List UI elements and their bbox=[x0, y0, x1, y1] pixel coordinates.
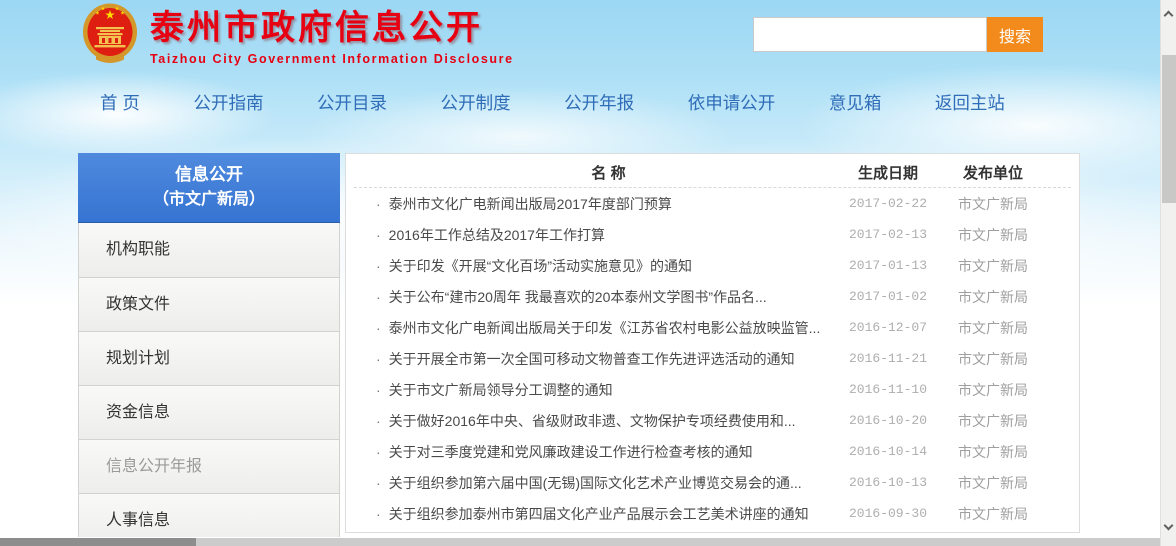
table-row: · 关于对三季度党建和党风廉政建设工作进行检查考核的通知2016-10-14市文广… bbox=[346, 436, 1079, 467]
sidebar-list: 机构职能政策文件规划计划资金信息信息公开年报人事信息 bbox=[78, 223, 340, 546]
row-title-link[interactable]: 关于做好2016年中央、省级财政非遗、文物保护专项经费使用和... bbox=[389, 411, 833, 431]
sidebar-item-1[interactable]: 政策文件 bbox=[79, 277, 339, 331]
row-unit: 市文广新局 bbox=[943, 318, 1043, 338]
sidebar-subtitle: （市文广新局） bbox=[78, 187, 340, 212]
nav-item-7[interactable]: 返回主站 bbox=[935, 90, 1005, 115]
row-unit: 市文广新局 bbox=[943, 256, 1043, 276]
vertical-scrollbar-thumb[interactable] bbox=[1162, 55, 1176, 203]
horizontal-scrollbar[interactable] bbox=[0, 537, 1160, 546]
row-unit: 市文广新局 bbox=[943, 349, 1043, 369]
row-bullet: · bbox=[376, 258, 381, 274]
row-bullet: · bbox=[376, 351, 381, 367]
sidebar-header: 信息公开 （市文广新局） bbox=[78, 153, 340, 223]
row-unit: 市文广新局 bbox=[943, 380, 1043, 400]
scroll-up-arrow-icon[interactable] bbox=[1161, 6, 1176, 22]
nav-item-2[interactable]: 公开目录 bbox=[317, 90, 387, 115]
row-unit: 市文广新局 bbox=[943, 194, 1043, 214]
row-title-link[interactable]: 关于开展全市第一次全国可移动文物普查工作先进评选活动的通知 bbox=[389, 349, 833, 369]
search-button[interactable]: 搜索 bbox=[987, 17, 1043, 52]
document-list-panel: 名 称 生成日期 发布单位 ·泰州市文化广电新闻出版局2017年度部门预算201… bbox=[345, 153, 1080, 533]
vertical-scrollbar[interactable] bbox=[1160, 0, 1176, 546]
row-title-link[interactable]: 关于公布“建市20周年 我最喜欢的20本泰州文学图书”作品名... bbox=[389, 287, 833, 307]
row-date: 2016-11-10 bbox=[833, 382, 943, 397]
table-header-row: 名 称 生成日期 发布单位 bbox=[354, 154, 1071, 188]
row-title-link[interactable]: 关于组织参加泰州市第四届文化产业产品展示会工艺美术讲座的通知 bbox=[389, 504, 833, 524]
row-unit: 市文广新局 bbox=[943, 504, 1043, 524]
nav-item-0[interactable]: 首 页 bbox=[100, 90, 140, 115]
table-row: · 关于组织参加第六届中国(无锡)国际文化艺术产业博览交易会的通...2016-1… bbox=[346, 467, 1079, 498]
column-header-name: 名 称 bbox=[384, 162, 833, 183]
site-subtitle: Taizhou City Government Information Disc… bbox=[150, 52, 514, 66]
row-title-link[interactable]: 关于对三季度党建和党风廉政建设工作进行检查考核的通知 bbox=[389, 442, 833, 462]
row-bullet: · bbox=[376, 320, 381, 336]
nav-item-5[interactable]: 依申请公开 bbox=[688, 90, 776, 115]
search-bar: 搜索 bbox=[753, 17, 1043, 52]
row-bullet: · bbox=[376, 382, 381, 398]
scroll-down-arrow-icon[interactable] bbox=[1161, 520, 1176, 536]
row-bullet: · bbox=[376, 289, 381, 305]
row-unit: 市文广新局 bbox=[943, 287, 1043, 307]
nav-item-1[interactable]: 公开指南 bbox=[193, 90, 263, 115]
table-row: · 泰州市文化广电新闻出版局关于印发《江苏省农村电影公益放映监管...2016-1… bbox=[346, 312, 1079, 343]
row-date: 2017-01-13 bbox=[833, 258, 943, 273]
table-row: · 关于组织参加泰州市第四届文化产业产品展示会工艺美术讲座的通知2016-09-3… bbox=[346, 498, 1079, 529]
row-title-link[interactable]: 关于印发《开展“文化百场”活动实施意见》的通知 bbox=[389, 256, 833, 276]
table-row: · 泰州市文化广电新闻出版局2017年度部门预算2017-02-22市文广新局 bbox=[346, 188, 1079, 219]
row-bullet: · bbox=[376, 196, 381, 212]
horizontal-scrollbar-thumb[interactable] bbox=[0, 538, 196, 546]
row-bullet: · bbox=[376, 227, 381, 243]
sidebar-title: 信息公开 bbox=[78, 162, 340, 187]
row-date: 2017-02-22 bbox=[833, 196, 943, 211]
row-date: 2016-09-30 bbox=[833, 506, 943, 521]
row-date: 2017-01-02 bbox=[833, 289, 943, 304]
row-date: 2016-12-07 bbox=[833, 320, 943, 335]
row-bullet: · bbox=[376, 413, 381, 429]
row-unit: 市文广新局 bbox=[943, 411, 1043, 431]
sidebar-item-3[interactable]: 资金信息 bbox=[79, 385, 339, 439]
site-title: 泰州市政府信息公开 bbox=[150, 8, 514, 48]
row-title-link[interactable]: 泰州市文化广电新闻出版局2017年度部门预算 bbox=[389, 194, 833, 214]
sidebar-item-0[interactable]: 机构职能 bbox=[79, 223, 339, 277]
search-input[interactable] bbox=[753, 17, 987, 52]
row-date: 2016-10-20 bbox=[833, 413, 943, 428]
row-bullet: · bbox=[376, 475, 381, 491]
nav-item-6[interactable]: 意见箱 bbox=[829, 90, 882, 115]
table-row: · 关于做好2016年中央、省级财政非遗、文物保护专项经费使用和...2016-1… bbox=[346, 405, 1079, 436]
site-title-block: 泰州市政府信息公开 Taizhou City Government Inform… bbox=[150, 8, 514, 66]
main-nav: 首 页 公开指南 公开目录 公开制度 公开年报 依申请公开 意见箱 返回主站 bbox=[100, 88, 1005, 116]
row-date: 2016-10-14 bbox=[833, 444, 943, 459]
column-header-unit: 发布单位 bbox=[943, 162, 1043, 183]
table-row: · 关于开展全市第一次全国可移动文物普查工作先进评选活动的通知2016-11-21… bbox=[346, 343, 1079, 374]
row-date: 2017-02-13 bbox=[833, 227, 943, 242]
table-row: · 2016年工作总结及2017年工作打算2017-02-13市文广新局 bbox=[346, 219, 1079, 250]
table-row: · 关于印发《开展“文化百场”活动实施意见》的通知2017-01-13市文广新局 bbox=[346, 250, 1079, 281]
sidebar: 信息公开 （市文广新局） 机构职能政策文件规划计划资金信息信息公开年报人事信息 bbox=[78, 153, 340, 546]
table-rows: ·泰州市文化广电新闻出版局2017年度部门预算2017-02-22市文广新局·2… bbox=[346, 188, 1079, 529]
national-emblem-logo bbox=[82, 3, 138, 67]
row-date: 2016-10-13 bbox=[833, 475, 943, 490]
nav-item-3[interactable]: 公开制度 bbox=[441, 90, 511, 115]
sidebar-item-4[interactable]: 信息公开年报 bbox=[79, 439, 339, 493]
row-title-link[interactable]: 2016年工作总结及2017年工作打算 bbox=[389, 225, 833, 245]
table-row: · 关于市文广新局领导分工调整的通知2016-11-10市文广新局 bbox=[346, 374, 1079, 405]
row-unit: 市文广新局 bbox=[943, 442, 1043, 462]
row-title-link[interactable]: 关于市文广新局领导分工调整的通知 bbox=[389, 380, 833, 400]
row-title-link[interactable]: 关于组织参加第六届中国(无锡)国际文化艺术产业博览交易会的通... bbox=[389, 473, 833, 493]
row-date: 2016-11-21 bbox=[833, 351, 943, 366]
row-title-link[interactable]: 泰州市文化广电新闻出版局关于印发《江苏省农村电影公益放映监管... bbox=[389, 318, 833, 338]
row-bullet: · bbox=[376, 506, 381, 522]
row-bullet: · bbox=[376, 444, 381, 460]
row-unit: 市文广新局 bbox=[943, 473, 1043, 493]
table-row: · 关于公布“建市20周年 我最喜欢的20本泰州文学图书”作品名...2017-0… bbox=[346, 281, 1079, 312]
row-unit: 市文广新局 bbox=[943, 225, 1043, 245]
sidebar-item-2[interactable]: 规划计划 bbox=[79, 331, 339, 385]
column-header-date: 生成日期 bbox=[833, 162, 943, 183]
nav-item-4[interactable]: 公开年报 bbox=[564, 90, 634, 115]
